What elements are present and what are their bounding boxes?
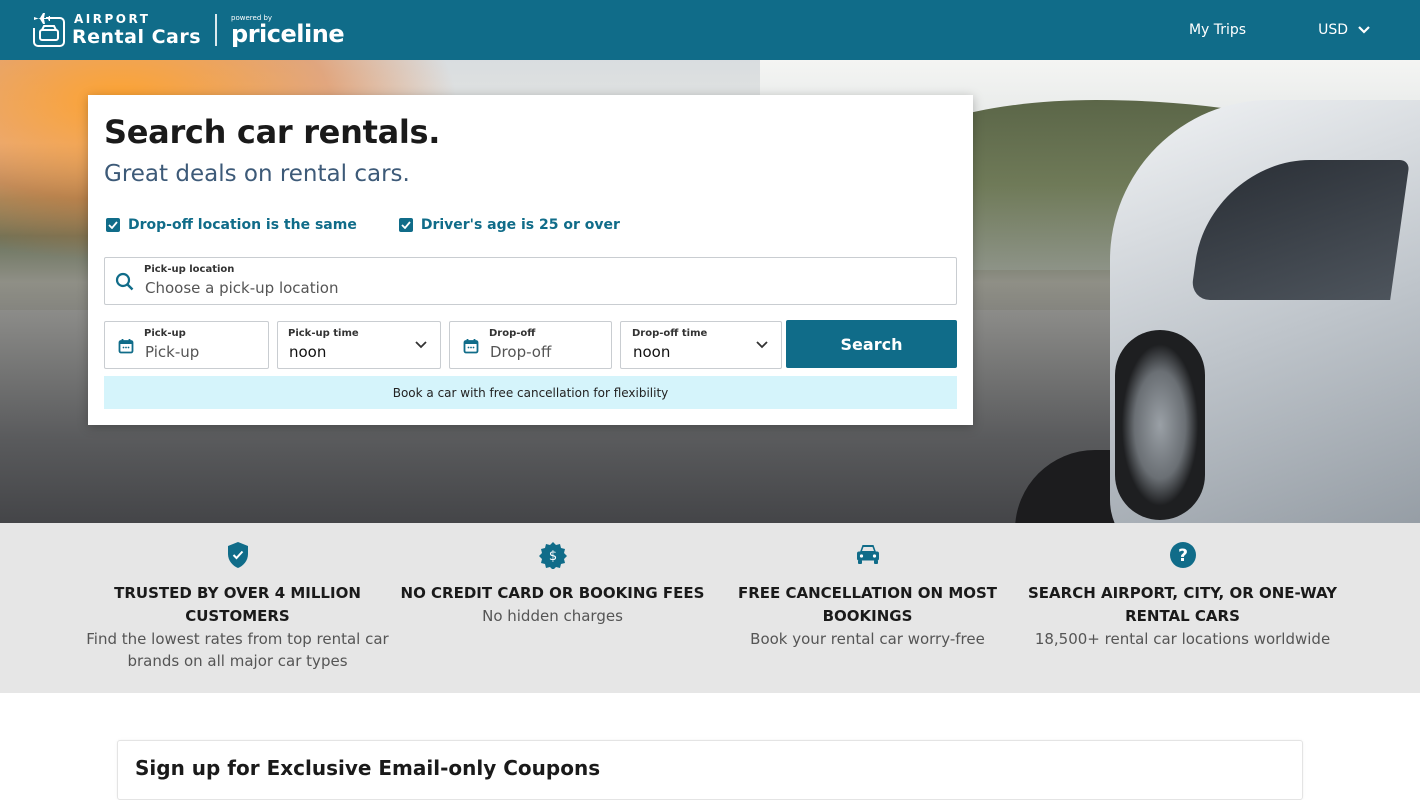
- svg-text:?: ?: [1178, 546, 1188, 566]
- search-icon: [115, 272, 134, 291]
- feature-free-cancellation: FREE CANCELLATION ON MOST BOOKINGS Book …: [710, 523, 1025, 650]
- checkbox-checked-icon: [106, 218, 120, 232]
- features-strip: TRUSTED BY OVER 4 MILLION CUSTOMERS Find…: [0, 523, 1420, 693]
- pickup-time-label: Pick-up time: [288, 328, 359, 339]
- header-nav: My Trips USD: [1117, 0, 1370, 60]
- currency-selector[interactable]: USD: [1318, 22, 1370, 38]
- chevron-down-icon: [756, 341, 768, 349]
- page-subtitle: Great deals on rental cars.: [104, 161, 410, 187]
- dropoff-time-value: noon: [633, 343, 671, 361]
- pickup-date-placeholder: Pick-up: [145, 343, 200, 361]
- my-trips-label: My Trips: [1188, 22, 1247, 38]
- checkbox-checked-icon: [398, 218, 413, 232]
- feature-trusted: TRUSTED BY OVER 4 MILLION CUSTOMERS Find…: [80, 523, 395, 672]
- driver-age-label: Driver's age is 25 or over: [420, 217, 620, 233]
- email-signup-card: Sign up for Exclusive Email-only Coupons: [117, 740, 1303, 800]
- svg-text:$: $: [548, 549, 556, 564]
- dropoff-date-input[interactable]: Drop-off Drop-off: [449, 321, 612, 369]
- pickup-location-input[interactable]: Pick-up location Choose a pick-up locati…: [104, 257, 957, 305]
- pickup-date-input[interactable]: Pick-up Pick-up: [104, 321, 269, 369]
- shield-check-icon: [227, 542, 248, 568]
- pickup-location-placeholder: Choose a pick-up location: [145, 279, 339, 297]
- same-dropoff-checkbox[interactable]: Drop-off location is the same: [106, 217, 357, 233]
- feature-title: FREE CANCELLATION ON MOST BOOKINGS: [737, 584, 998, 625]
- my-trips-link[interactable]: My Trips: [1189, 22, 1246, 38]
- pickup-date-label: Pick-up: [144, 328, 186, 339]
- hero-car-wheel: [1115, 330, 1205, 520]
- feature-desc: Find the lowest rates from top rental ca…: [86, 630, 389, 670]
- dollar-badge-icon: $: [538, 542, 567, 569]
- feature-search-anywhere: ? SEARCH AIRPORT, CITY, OR ONE-WAY RENTA…: [1025, 523, 1340, 650]
- priceline-logo: powered by priceline: [231, 14, 345, 48]
- search-button[interactable]: Search: [786, 320, 957, 368]
- signup-title: Sign up for Exclusive Email-only Coupons: [135, 756, 601, 780]
- dropoff-date-label: Drop-off: [489, 328, 536, 339]
- search-options: Drop-off location is the same Driver's a…: [106, 217, 662, 233]
- dropoff-time-select[interactable]: Drop-off time noon: [620, 321, 782, 369]
- dropoff-time-label: Drop-off time: [632, 328, 708, 339]
- pickup-location-label: Pick-up location: [144, 264, 235, 275]
- top-header: AIRPORT Rental Cars powered by priceline…: [0, 0, 1420, 60]
- page-title: Search car rentals.: [104, 113, 441, 151]
- logo-small-text: AIRPORT: [74, 12, 151, 26]
- feature-title: NO CREDIT CARD OR BOOKING FEES: [400, 584, 705, 602]
- feature-no-fees: $ NO CREDIT CARD OR BOOKING FEES No hidd…: [395, 523, 710, 627]
- feature-desc: Book your rental car worry-free: [750, 630, 985, 648]
- pickup-time-select[interactable]: Pick-up time noon: [277, 321, 441, 369]
- question-circle-icon: ?: [1169, 542, 1196, 568]
- feature-title: TRUSTED BY OVER 4 MILLION CUSTOMERS: [114, 584, 361, 625]
- airport-car-logo-icon: [32, 12, 66, 48]
- banner-text: Book a car with free cancellation for fl…: [392, 385, 669, 400]
- site-logo[interactable]: AIRPORT Rental Cars powered by priceline: [32, 12, 345, 48]
- priceline-text: priceline: [231, 19, 345, 48]
- chevron-down-icon: [1358, 26, 1370, 34]
- calendar-icon: [463, 339, 479, 354]
- dropoff-date-placeholder: Drop-off: [490, 343, 552, 361]
- logo-divider: [215, 14, 218, 46]
- car-icon: [856, 545, 879, 564]
- calendar-icon: [118, 339, 134, 354]
- same-dropoff-label: Drop-off location is the same: [128, 217, 357, 233]
- feature-desc: 18,500+ rental car locations worldwide: [1034, 630, 1331, 648]
- chevron-down-icon: [415, 341, 427, 349]
- free-cancellation-banner: Book a car with free cancellation for fl…: [104, 376, 957, 409]
- pickup-time-value: noon: [289, 343, 327, 361]
- driver-age-checkbox[interactable]: Driver's age is 25 or over: [398, 217, 620, 233]
- currency-label: USD: [1318, 22, 1348, 38]
- search-card: Search car rentals. Great deals on renta…: [88, 95, 973, 425]
- logo-big-text: Rental Cars: [72, 26, 202, 48]
- feature-title: SEARCH AIRPORT, CITY, OR ONE-WAY RENTAL …: [1027, 584, 1338, 625]
- feature-desc: No hidden charges: [482, 607, 623, 625]
